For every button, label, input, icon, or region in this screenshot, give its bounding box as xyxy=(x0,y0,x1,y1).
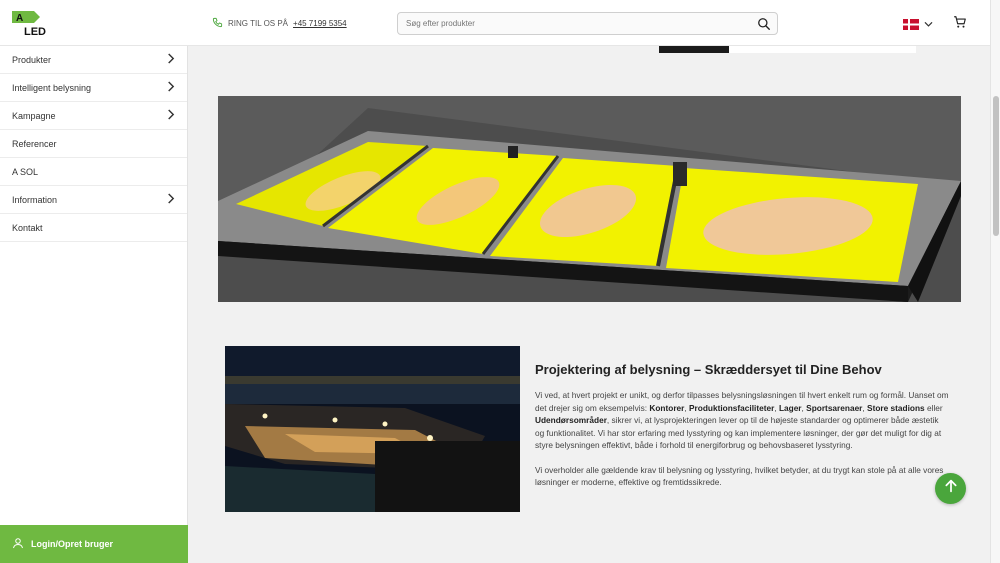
chevron-right-icon xyxy=(166,81,175,94)
keyword-sportsarenaer: Sportsarenaer xyxy=(806,402,863,413)
keyword-store-stadions: Store stadions xyxy=(867,402,925,413)
section-paragraph-2: Vi overholder alle gældende krav til bel… xyxy=(535,464,944,488)
section-paragraph-1: Vi ved, at hvert projekt er unikt, og de… xyxy=(535,390,949,450)
lighting-design-section: Projektering af belysning – Skræddersyet… xyxy=(535,362,949,489)
sidebar-item-a-sol[interactable]: A SOL xyxy=(0,158,187,186)
chevron-right-icon xyxy=(166,109,175,122)
phone-number-link[interactable]: +45 7199 5354 xyxy=(293,19,347,28)
sidebar-item-kontakt[interactable]: Kontakt xyxy=(0,214,187,242)
page-scrollbar[interactable] xyxy=(990,0,1000,563)
sidebar-item-label: Kampagne xyxy=(12,110,56,121)
cart-icon[interactable] xyxy=(953,15,967,34)
search-icon[interactable] xyxy=(757,17,771,36)
sidebar-item-referencer[interactable]: Referencer xyxy=(0,130,187,158)
phone-icon xyxy=(212,17,223,30)
login-label: Login/Opret bruger xyxy=(31,539,113,549)
sidebar-item-produkter[interactable]: Produkter xyxy=(0,46,187,74)
site-header: A LED RING TIL OS PÅ +45 7199 5354 xyxy=(0,0,990,46)
logo-letter-a: A xyxy=(16,13,23,24)
section-heading: Projektering af belysning – Skræddersyet… xyxy=(535,362,882,377)
phone-contact[interactable]: RING TIL OS PÅ +45 7199 5354 xyxy=(212,17,347,30)
scroll-to-top-button[interactable] xyxy=(935,473,966,504)
chevron-right-icon xyxy=(166,193,175,206)
sidebar-item-label: A SOL xyxy=(12,166,39,177)
sidebar-nav: Produkter Intelligent belysning Kampagne… xyxy=(0,46,188,563)
sidebar-item-kampagne[interactable]: Kampagne xyxy=(0,102,187,130)
login-button[interactable]: Login/Opret bruger xyxy=(0,525,188,563)
sidebar-item-intelligent-belysning[interactable]: Intelligent belysning xyxy=(0,74,187,102)
sidebar-item-label: Intelligent belysning xyxy=(12,82,92,93)
keyword-produktionsfaciliteter: Produktionsfaciliteter xyxy=(689,402,775,413)
keyword-lager: Lager xyxy=(778,402,802,413)
keyword-udendorsomrader: Udendørsområder xyxy=(535,415,607,425)
sidebar-item-label: Produkter xyxy=(12,54,52,65)
chevron-right-icon xyxy=(166,53,175,66)
a-led-logo[interactable]: A LED xyxy=(12,11,54,38)
sidebar-item-label: Information xyxy=(12,194,58,205)
night-harbor-photo xyxy=(225,346,520,512)
previous-section-image-edge xyxy=(659,46,916,53)
user-icon xyxy=(12,537,24,551)
phone-label: RING TIL OS PÅ xyxy=(228,19,289,28)
sidebar-item-information[interactable]: Information xyxy=(0,186,187,214)
sidebar-item-label: Referencer xyxy=(12,138,57,149)
sidebar-item-label: Kontakt xyxy=(12,222,43,233)
lighting-simulation-image xyxy=(218,96,961,302)
arrow-up-icon xyxy=(943,478,959,499)
keyword-kontorer: Kontorer xyxy=(649,402,685,413)
scrollbar-thumb[interactable] xyxy=(993,96,999,236)
search-bar xyxy=(397,12,778,35)
chevron-down-icon[interactable] xyxy=(923,17,934,35)
logo-letters-led: LED xyxy=(24,26,46,37)
search-input[interactable] xyxy=(398,13,738,34)
denmark-flag-icon[interactable] xyxy=(903,17,919,30)
